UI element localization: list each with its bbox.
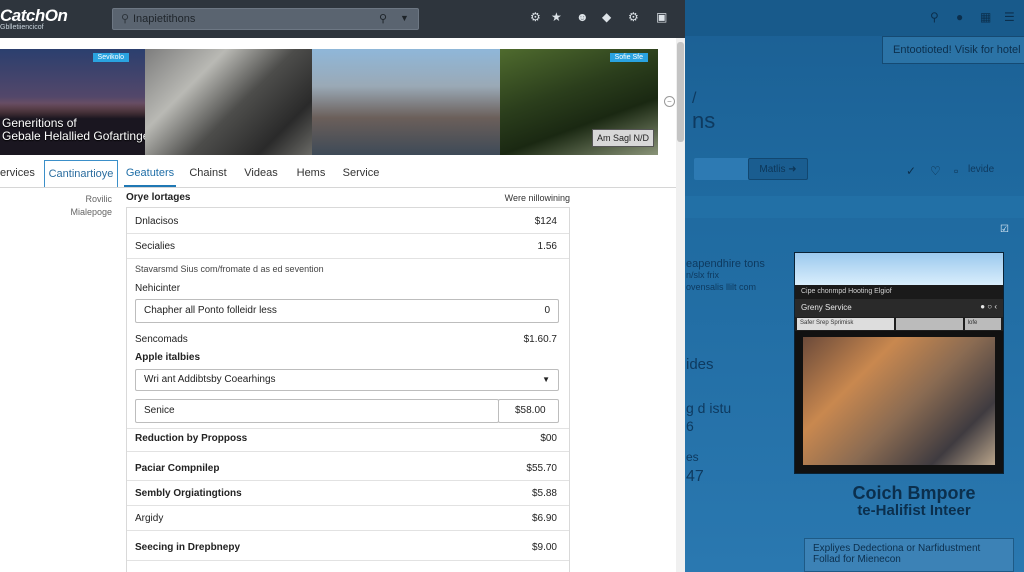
search-bar: ⚲ ⚲ ▼ (112, 8, 419, 30)
background-hero-fragment: / ns (692, 90, 716, 133)
search-icon[interactable]: ⚲ (930, 10, 939, 24)
settings-gear-icon[interactable]: ⚙ (530, 10, 541, 24)
content-panel: Orye lortages Were nillowining Dnlacisos… (126, 190, 570, 572)
search-submit-icon[interactable]: ⚲ (379, 12, 387, 25)
tab-bar: ervices Cantinartioye Geatuters Chainst … (0, 160, 676, 188)
table-row: Argidy $6.90 (135, 513, 557, 524)
background-button-1[interactable] (694, 158, 750, 180)
chevron-down-icon[interactable]: ▼ (542, 370, 550, 390)
search-icon: ⚲ (121, 13, 130, 25)
notifications-icon[interactable]: ◆ (602, 10, 611, 24)
table-note: Stavarsmd Sius com/fromate d as ed seven… (135, 264, 324, 274)
background-bottom-title: Coich Bmpore te-Halifist Inteer (852, 483, 976, 519)
background-fragment-8: 47 (686, 468, 704, 485)
check-icon[interactable]: ☑ (1000, 224, 1009, 235)
nehicinter-label: Nehicinter (135, 283, 181, 294)
background-fragment-6: 6 (686, 418, 694, 434)
table-row: Paciar Compnilep $55.70 (135, 463, 557, 474)
background-page: ⚲ ● ▦ ☰ Entootioted! Visik for hotel / n… (684, 0, 1024, 572)
select-dropdown[interactable]: Wri ant Addibtsby Coearhings ▼ (135, 369, 559, 391)
background-fragment-5: g d istu (686, 400, 732, 416)
tab-videas[interactable]: Videas (240, 160, 282, 187)
background-top-bar (684, 0, 1024, 36)
app-logo[interactable]: CatchOn Gblletiiencicof (0, 6, 68, 31)
background-fragment-3: ovensalis llilt com (686, 282, 757, 292)
hero-tag-right: Sofie Sfe (609, 53, 648, 62)
background-fragment-2: n/slx frix (686, 270, 720, 280)
tab-geatuters[interactable]: Geatuters (124, 160, 176, 187)
background-fragment-7: es (686, 450, 699, 464)
background-strip (684, 196, 1024, 218)
hero-banner[interactable]: Sevikolo Generitions of Gebale Helallied… (0, 49, 658, 155)
gear-icon[interactable]: ⚙ (628, 10, 639, 24)
tab-services[interactable]: ervices (0, 160, 40, 187)
main-window: CatchOn Gblletiiencicof ⚲ ⚲ ▼ ⚙ ★ ☻ ◆ ⚙ … (0, 0, 685, 572)
location-icon[interactable]: ● (956, 10, 963, 24)
background-preview-card[interactable]: Cipe chonmpd Hooting Elgiof Greny Servic… (794, 252, 1004, 474)
hero-panel-skyline: Sevikolo Generitions of Gebale Helallied… (0, 49, 145, 155)
search-input[interactable] (133, 11, 373, 27)
details-table: Dnlacisos $124 Secialies 1.56 Stavarsmd Si… (126, 207, 570, 572)
service-field[interactable]: Senice (135, 399, 499, 423)
chevron-down-icon[interactable]: ▼ (400, 13, 409, 23)
user-icon[interactable]: ☻ (576, 10, 589, 24)
window-icon[interactable]: ▣ (656, 10, 667, 24)
carousel-control-icon[interactable]: – (664, 96, 675, 107)
apple-label: Apple italbies (135, 352, 201, 363)
table-row: Sembly Orgiatingtions $5.88 (135, 488, 557, 499)
card-more-icon[interactable]: ● ○ ‹ (980, 302, 997, 311)
menu-icon[interactable]: ☰ (1004, 10, 1015, 24)
background-bottom-box: Expliyes Dedectiona or Narfidustment Fol… (804, 538, 1014, 572)
grid-icon[interactable]: ▦ (980, 10, 991, 24)
hero-tag-left: Sevikolo (92, 53, 129, 62)
table-row: Sencomads $1.60.7 (135, 334, 557, 345)
hero-panel-cyclists (145, 49, 312, 155)
share-icon[interactable]: ✓ (906, 164, 916, 178)
tab-chainst[interactable]: Chainst (186, 160, 230, 187)
tab-cantinartioye[interactable]: Cantinartioye (44, 160, 118, 187)
background-tagline: Entootioted! Visik for hotel (882, 36, 1024, 64)
accessibility-icon[interactable]: ★ (551, 10, 562, 24)
table-row: Seecing in Drepbnepy $9.00 (135, 542, 557, 553)
like-icon[interactable]: ♡ (930, 164, 941, 178)
scrollbar[interactable] (676, 38, 685, 572)
hero-badge: Am Sagl N/D (591, 129, 654, 147)
background-fragment-4: ides (686, 356, 714, 373)
top-bar: CatchOn Gblletiiencicof ⚲ ⚲ ▼ ⚙ ★ ☻ ◆ ⚙ … (0, 0, 685, 38)
card-button-2[interactable]: lofe (964, 318, 1001, 330)
card-info-bar: Cipe chonmpd Hooting Elgiof (795, 285, 1003, 299)
background-right-label: levide (968, 164, 995, 175)
card-button-1[interactable] (896, 318, 963, 330)
table-row: Secialies 1.56 (135, 241, 557, 252)
background-fragment-1: eapendhire tons (686, 258, 765, 270)
card-service-header: Greny Service ● ○ ‹ (795, 299, 1003, 317)
sidebar-item-mialepoge[interactable]: Mialepoge (40, 206, 112, 219)
tab-hems[interactable]: Hems (292, 160, 330, 187)
service-amount-field[interactable]: $58.00 (498, 399, 559, 423)
hero-panel-trail: Sofie Sfe Am Sagl N/D (500, 49, 658, 155)
sidebar: Rovilic Mialepoge (40, 193, 112, 219)
card-controls-row: Safer Srep Sprimisk lofe (795, 317, 1003, 331)
table-row: Reduction by Propposs $00 (135, 433, 557, 444)
card-crowd-photo (803, 337, 995, 465)
sidebar-item-rovilic[interactable]: Rovilic (40, 193, 112, 206)
card-input[interactable]: Safer Srep Sprimisk (797, 318, 894, 330)
card-sky-image (795, 253, 1003, 285)
content-header: Orye lortages (126, 192, 191, 203)
table-row: Dnlacisos $124 (135, 216, 557, 227)
tab-service[interactable]: Service (338, 160, 384, 187)
content-header-right: Were nillowining (504, 193, 570, 203)
hero-title: Generitions of Gebale Helallied Gofartin… (2, 116, 145, 143)
comment-icon[interactable]: ▫ (954, 164, 958, 178)
background-button-2[interactable]: Matlis ➜ (748, 158, 808, 180)
nehicinter-field[interactable]: Chapher all Ponto folleidr less 0 (135, 299, 559, 323)
hero-panel-street (312, 49, 500, 155)
scrollbar-thumb[interactable] (677, 42, 684, 142)
